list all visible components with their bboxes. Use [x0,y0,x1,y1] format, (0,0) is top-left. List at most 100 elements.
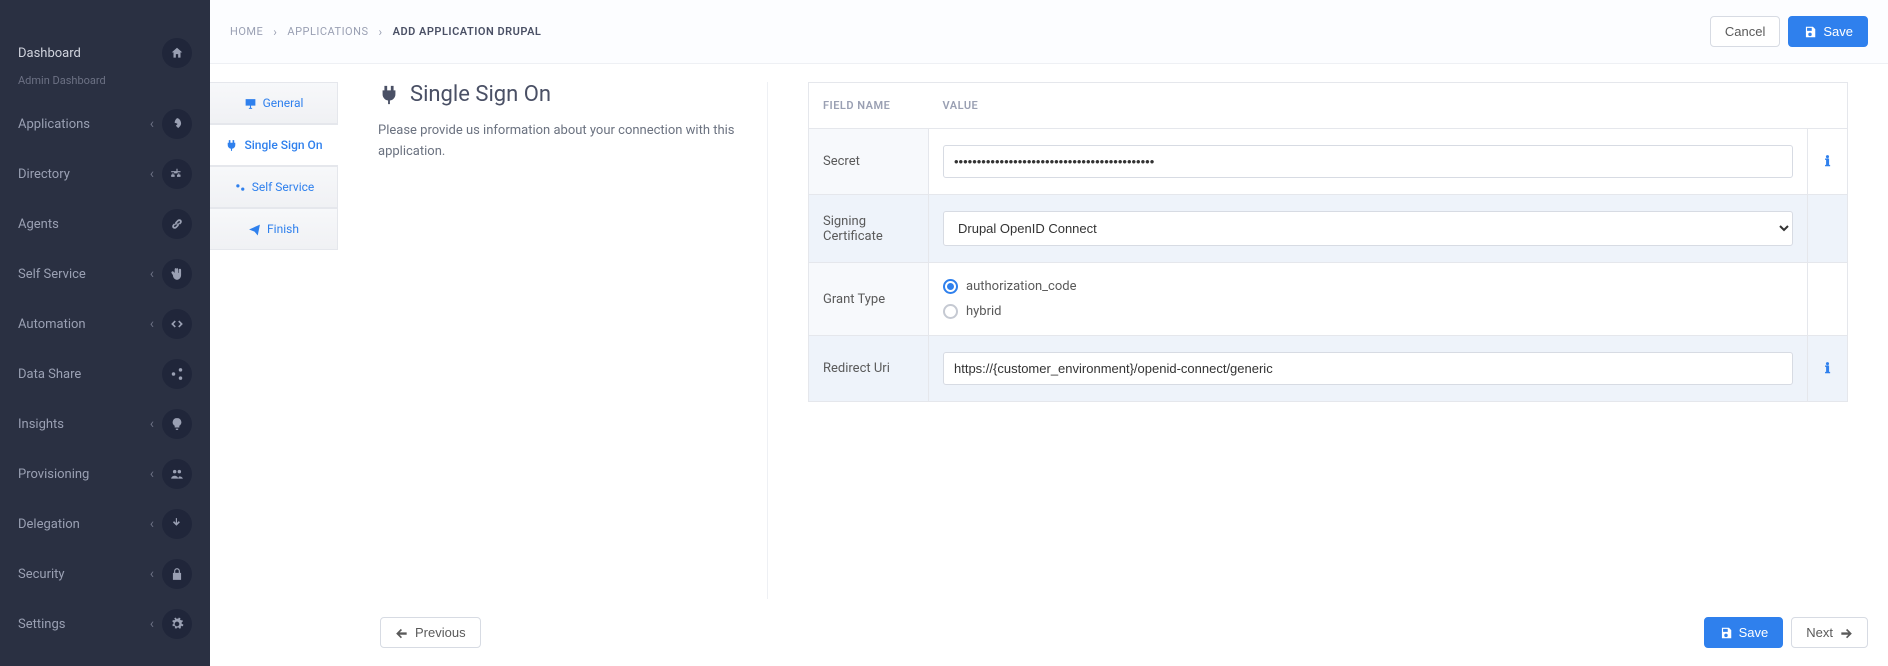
th-info [1808,83,1848,129]
share-icon [162,359,192,389]
sidebar-item-directory[interactable]: Directory ‹ [0,149,210,199]
chevron-left-icon: ‹ [150,516,154,532]
field-signing-cert-label: Signing Certificate [809,195,929,263]
chevron-right-icon: › [273,25,277,39]
lock-icon [162,559,192,589]
arrow-right-icon [1839,626,1853,640]
sidebar-item-automation[interactable]: Automation ‹ [0,299,210,349]
topbar-actions: Cancel Save [1710,16,1868,47]
sidebar-item-data-share[interactable]: Data Share [0,349,210,399]
cancel-label: Cancel [1725,24,1765,39]
step-label: General [263,96,304,110]
sidebar-item-dashboard[interactable]: Dashboard [0,28,210,78]
radio-indicator-icon [943,279,958,294]
radio-indicator-icon [943,304,958,319]
page: Single Sign On Please provide us informa… [338,82,1868,599]
users-icon [162,459,192,489]
chevron-left-icon: ‹ [150,466,154,482]
next-button[interactable]: Next [1791,617,1868,648]
footer-actions: Save Next [1704,617,1868,648]
main: HOME › APPLICATIONS › ADD APPLICATION DR… [210,0,1888,666]
sidebar-item-agents[interactable]: Agents [0,199,210,249]
sitemap-icon [162,159,192,189]
field-redirect-uri-cell [929,336,1808,402]
step-finish[interactable]: Finish [210,208,338,250]
step-general[interactable]: General [210,82,338,124]
save-label: Save [1823,24,1853,39]
sidebar-item-insights[interactable]: Insights ‹ [0,399,210,449]
sidebar-dashboard-label: Dashboard [18,46,81,61]
field-secret-cell [929,129,1808,195]
sidebar-item-label: Agents [18,217,59,232]
sidebar-item-settings[interactable]: Settings ‹ [0,599,210,649]
save-button[interactable]: Save [1788,16,1868,47]
th-field-name: FIELD NAME [809,83,929,129]
rocket-icon [162,109,192,139]
th-value: VALUE [929,83,1808,129]
sidebar-item-delegation[interactable]: Delegation ‹ [0,499,210,549]
field-redirect-uri-info: ℹ [1808,336,1848,402]
gear-icon [162,609,192,639]
content: General Single Sign On Self Service Fini… [210,64,1888,599]
sidebar-item-label: Self Service [18,267,86,282]
footer-save-label: Save [1739,625,1769,640]
sidebar-item-label: Applications [18,117,90,132]
breadcrumb-home[interactable]: HOME [230,25,263,38]
grant-type-authorization-code[interactable]: authorization_code [943,279,1793,294]
footer-save-button[interactable]: Save [1704,617,1784,648]
info-icon[interactable]: ℹ [1825,361,1830,377]
breadcrumb: HOME › APPLICATIONS › ADD APPLICATION DR… [230,25,541,39]
sidebar-item-self-service[interactable]: Self Service ‹ [0,249,210,299]
field-signing-cert-info [1808,195,1848,263]
grant-type-hybrid[interactable]: hybrid [943,304,1793,319]
redirect-uri-input[interactable] [943,352,1793,385]
page-title: Single Sign On [378,82,737,107]
sidebar: Dashboard Admin Dashboard Applications ‹… [0,0,210,666]
sidebar-item-label: Automation [18,317,86,332]
monitor-icon [244,97,257,110]
signing-cert-select[interactable]: Drupal OpenID Connect [943,211,1793,246]
secret-input[interactable] [943,145,1793,178]
arrow-left-icon [395,626,409,640]
sidebar-item-label: Delegation [18,517,80,532]
page-title-text: Single Sign On [410,82,551,107]
send-icon [248,223,261,236]
hand-icon [162,259,192,289]
link-icon [162,209,192,239]
step-single-sign-on[interactable]: Single Sign On [210,124,338,166]
field-signing-cert-cell: Drupal OpenID Connect [929,195,1808,263]
chevron-left-icon: ‹ [150,616,154,632]
chevron-left-icon: ‹ [150,566,154,582]
sidebar-item-label: Provisioning [18,467,89,482]
field-redirect-uri-label: Redirect Uri [809,336,929,402]
home-icon [162,38,192,68]
step-self-service[interactable]: Self Service [210,166,338,208]
field-table: FIELD NAME VALUE Secret ℹ [808,82,1848,402]
sidebar-item-provisioning[interactable]: Provisioning ‹ [0,449,210,499]
field-grant-type-cell: authorization_code hybrid [929,263,1808,336]
cancel-button[interactable]: Cancel [1710,16,1780,47]
code-icon [162,309,192,339]
sidebar-item-label: Security [18,567,65,582]
form-area: FIELD NAME VALUE Secret ℹ [768,82,1868,599]
chevron-left-icon: ‹ [150,166,154,182]
chevron-right-icon: › [379,25,383,39]
plug-icon [225,139,238,152]
previous-button[interactable]: Previous [380,617,481,648]
field-grant-type-info [1808,263,1848,336]
chevron-left-icon: ‹ [150,266,154,282]
radio-label: authorization_code [966,279,1076,294]
save-icon [1803,25,1817,39]
info-icon[interactable]: ℹ [1825,154,1830,170]
previous-label: Previous [415,625,466,640]
chevron-left-icon: ‹ [150,416,154,432]
sidebar-item-security[interactable]: Security ‹ [0,549,210,599]
sidebar-item-applications[interactable]: Applications ‹ [0,99,210,149]
radio-label: hybrid [966,304,1002,319]
sidebar-item-label: Insights [18,417,64,432]
sidebar-item-label: Settings [18,617,65,632]
pointer-icon [162,509,192,539]
sidebar-item-label: Directory [18,167,70,182]
breadcrumb-applications[interactable]: APPLICATIONS [287,25,368,38]
wizard-steps: General Single Sign On Self Service Fini… [210,82,338,599]
